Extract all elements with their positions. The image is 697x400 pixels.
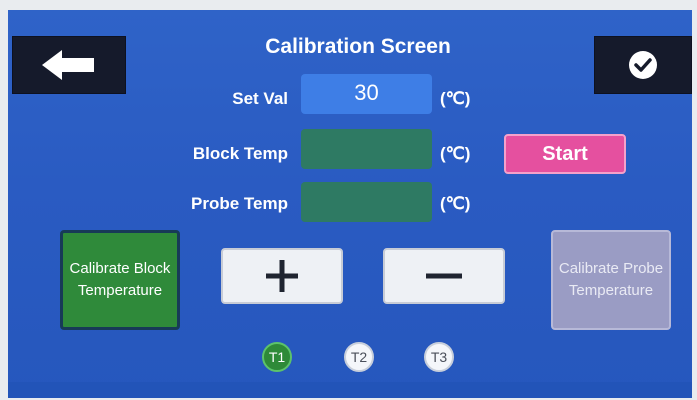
set-val-unit: (℃): [440, 89, 471, 108]
start-button[interactable]: Start: [504, 134, 626, 174]
bottom-strip: [8, 382, 692, 398]
calibrate-block-button[interactable]: Calibrate Block Temperature: [60, 230, 180, 330]
tab-t2[interactable]: T2: [344, 342, 374, 372]
probe-temp-unit: (℃): [440, 194, 471, 213]
calibration-screen: Calibration Screen Set Val 30 (℃) Block …: [8, 10, 692, 398]
calibrate-probe-button[interactable]: Calibrate Probe Temperature: [551, 230, 671, 330]
confirm-button[interactable]: [594, 36, 692, 94]
minus-icon: [426, 273, 462, 279]
checkmark-icon: [629, 51, 657, 79]
tab-t1[interactable]: T1: [262, 342, 292, 372]
arrow-left-icon: [42, 50, 94, 80]
block-temp-unit: (℃): [440, 144, 471, 163]
block-temp-label: Block Temp: [192, 144, 288, 163]
probe-temp-label: Probe Temp: [191, 194, 288, 213]
back-button[interactable]: [12, 36, 126, 94]
plus-icon: [266, 260, 298, 292]
increase-button[interactable]: [221, 248, 343, 304]
set-val-input[interactable]: 30: [301, 74, 432, 114]
block-temp-display: [301, 129, 432, 169]
calibrate-block-label: Calibrate Block Temperature: [69, 260, 171, 299]
decrease-button[interactable]: [383, 248, 505, 304]
probe-temp-display: [301, 182, 432, 222]
page-title: Calibration Screen: [265, 35, 451, 58]
tab-t3[interactable]: T3: [424, 342, 454, 372]
calibrate-probe-label: Calibrate Probe Temperature: [558, 260, 664, 299]
set-val-label: Set Val: [232, 89, 288, 108]
